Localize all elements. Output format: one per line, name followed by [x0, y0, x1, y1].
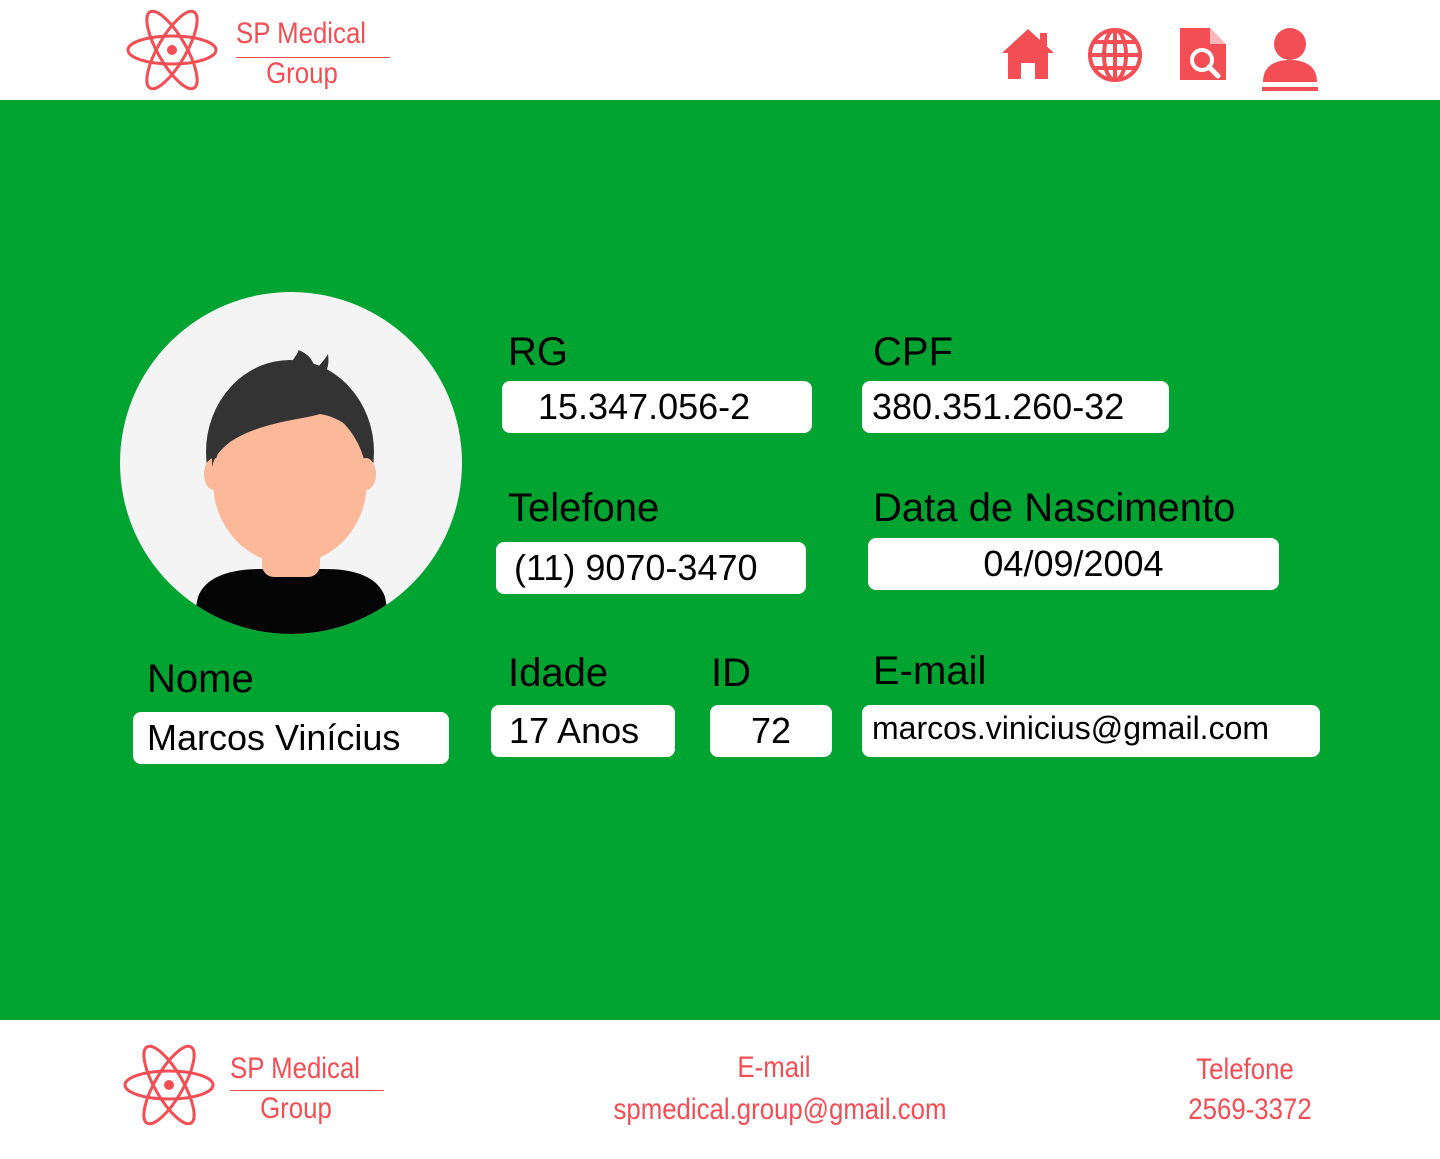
- footer: SP Medical Group E-mail spmedical.group@…: [0, 1020, 1440, 1159]
- cpf-label: CPF: [873, 330, 953, 374]
- email-value: marcos.vinicius@gmail.com: [872, 710, 1270, 746]
- email-label: E-mail: [873, 649, 987, 693]
- footer-email-link[interactable]: spmedical.group@gmail.com: [591, 1095, 969, 1125]
- telefone-field[interactable]: (11) 9070-3470: [496, 542, 806, 594]
- telefone-value: (11) 9070-3470: [514, 547, 758, 588]
- idade-field[interactable]: 17 Anos: [491, 705, 675, 757]
- id-field[interactable]: 72: [710, 705, 832, 757]
- telefone-label: Telefone: [508, 486, 660, 530]
- footer-logo[interactable]: SP Medical Group: [123, 1042, 393, 1132]
- id-value: 72: [750, 710, 792, 751]
- idade-label: Idade: [508, 651, 609, 695]
- profile-panel: Nome Marcos Vinícius RG 15.347.056-2 CPF…: [0, 100, 1440, 1020]
- cpf-value: 380.351.260-32: [872, 386, 1125, 427]
- nascimento-label: Data de Nascimento: [873, 486, 1236, 530]
- footer-phone-label: Telefone: [1196, 1053, 1294, 1086]
- nascimento-value: 04/09/2004: [983, 543, 1164, 584]
- document-search-icon[interactable]: [1178, 26, 1228, 82]
- id-label: ID: [711, 651, 751, 695]
- footer-phone-value: 2569-3372: [1188, 1093, 1312, 1126]
- user-icon[interactable]: [1261, 26, 1319, 92]
- nome-label: Nome: [147, 657, 254, 701]
- atom-logo-icon: [123, 1044, 215, 1126]
- globe-icon[interactable]: [1087, 27, 1143, 83]
- header-logo[interactable]: SP Medical Group: [126, 7, 396, 93]
- brand-line1: SP Medical: [236, 17, 367, 50]
- rg-value: 15.347.056-2: [538, 386, 751, 427]
- rg-field[interactable]: 15.347.056-2: [502, 381, 812, 433]
- idade-value: 17 Anos: [509, 710, 640, 751]
- footer-brand-line2: Group: [260, 1092, 332, 1125]
- footer-brand-name: SP Medical Group: [230, 1054, 360, 1124]
- cpf-field[interactable]: 380.351.260-32: [862, 381, 1169, 433]
- footer-brand-line1: SP Medical: [230, 1052, 361, 1085]
- nome-value: Marcos Vinícius: [147, 717, 401, 758]
- email-field[interactable]: marcos.vinicius@gmail.com: [862, 705, 1320, 757]
- header: SP Medical Group: [0, 0, 1440, 100]
- brand-line2: Group: [266, 57, 338, 90]
- rg-label: RG: [508, 330, 568, 374]
- footer-brand-divider: [230, 1090, 384, 1091]
- header-brand-name: SP Medical Group: [236, 19, 366, 89]
- atom-logo-icon: [126, 9, 218, 91]
- nascimento-field[interactable]: 04/09/2004: [868, 538, 1279, 590]
- brand-divider: [236, 57, 390, 58]
- footer-email-label: E-mail: [737, 1051, 811, 1084]
- nome-field[interactable]: Marcos Vinícius: [133, 712, 449, 764]
- person-avatar: [120, 292, 462, 634]
- home-icon[interactable]: [1000, 27, 1056, 81]
